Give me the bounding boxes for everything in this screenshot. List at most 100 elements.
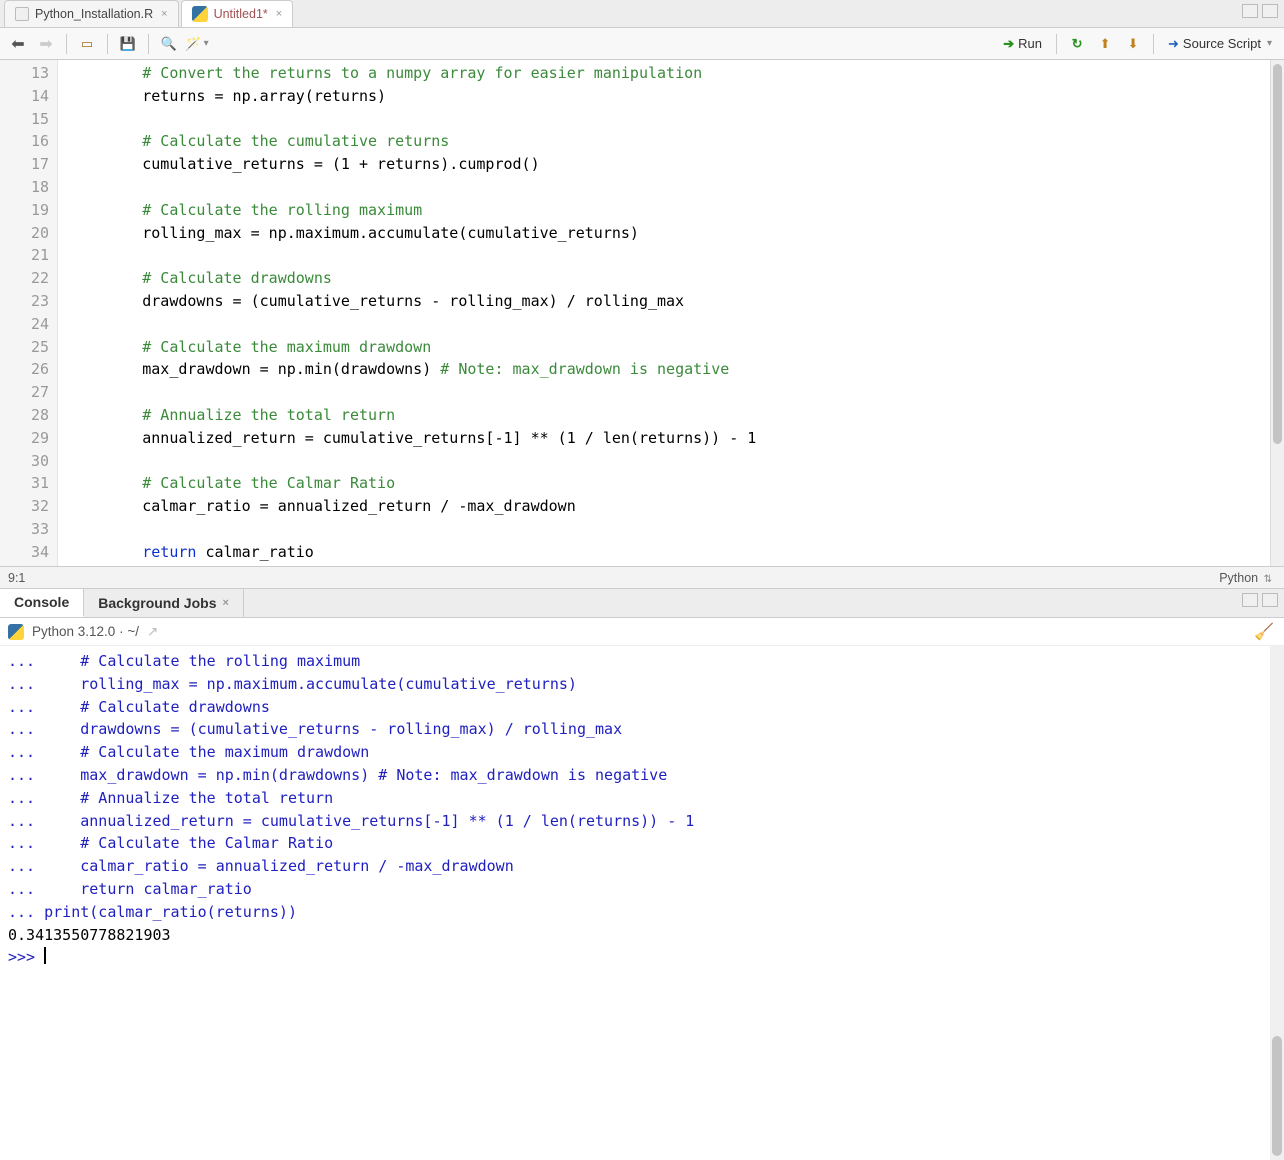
console-line: ... # Annualize the total return [8,787,1276,810]
line-number: 27 [0,381,49,404]
console-line: ... annualized_return = cumulative_retur… [8,810,1276,833]
line-number: 17 [0,153,49,176]
language-selector[interactable]: Python ⇅ [1215,571,1276,585]
scrollbar-thumb[interactable] [1272,1036,1282,1156]
scrollbar-thumb[interactable] [1273,64,1282,444]
maximize-button[interactable] [1262,4,1278,18]
code-line: # Calculate the cumulative returns [70,130,1270,153]
arrow-right-icon: ➡ [39,34,52,54]
close-tab-icon[interactable]: × [276,8,282,20]
console-minimize-button[interactable] [1242,593,1258,607]
rerun-button[interactable]: ↻ [1065,32,1089,56]
code-editor[interactable]: # Convert the returns to a numpy array f… [58,60,1270,566]
console-tab[interactable]: Console [0,589,84,617]
code-line [70,108,1270,131]
console-runtime: Python 3.12.0 · ~/ [32,624,139,639]
cursor-position[interactable]: 9:1 [8,571,25,585]
arrow-left-icon: ⬅ [11,34,24,54]
console-maximize-button[interactable] [1262,593,1278,607]
console-header: Python 3.12.0 · ~/ ↗ 🧹 [0,618,1284,646]
chevron-down-icon: ▾ [1267,38,1272,49]
prev-section-button[interactable]: ⬆ [1093,32,1117,56]
editor-status-bar: 9:1 Python ⇅ [0,566,1284,588]
console-tab[interactable]: Background Jobs× [84,589,244,617]
line-number: 30 [0,450,49,473]
line-number: 16 [0,130,49,153]
file-tab[interactable]: Untitled1* × [181,0,294,27]
line-number: 21 [0,244,49,267]
window-controls [1242,4,1278,18]
code-line [70,518,1270,541]
editor-pane: 1314151617181920212223242526272829303132… [0,60,1284,566]
code-line [70,244,1270,267]
code-line [70,450,1270,473]
console-output-line: 0.3413550778821903 [8,924,1276,947]
console-prompt[interactable]: >>> [8,946,1276,969]
code-line: # Calculate the Calmar Ratio [70,472,1270,495]
line-number: 13 [0,62,49,85]
find-button[interactable]: 🔍 [157,32,181,56]
line-number: 31 [0,472,49,495]
chevron-down-icon: ▾ [204,38,209,49]
code-line: # Calculate the maximum drawdown [70,336,1270,359]
console-output[interactable]: ... # Calculate the rolling maximum... r… [0,646,1284,1160]
code-line: drawdowns = (cumulative_returns - rollin… [70,290,1270,313]
rerun-icon: ↻ [1072,36,1083,52]
line-number: 18 [0,176,49,199]
code-line [70,176,1270,199]
code-line: # Annualize the total return [70,404,1270,427]
source-arrow-icon: ➜ [1168,36,1179,52]
code-line [70,313,1270,336]
console-window-controls [1242,593,1278,607]
console-line: ... # Calculate the rolling maximum [8,650,1276,673]
run-button[interactable]: ➔ Run [997,32,1048,56]
clear-console-button[interactable]: 🧹 [1254,622,1274,642]
line-number: 29 [0,427,49,450]
editor-vertical-scrollbar[interactable] [1270,60,1284,566]
source-script-button[interactable]: ➜ Source Script ▾ [1162,32,1278,56]
close-tab-icon[interactable]: × [161,8,167,20]
python-icon [8,624,24,640]
line-number: 22 [0,267,49,290]
console-line: ... # Calculate the Calmar Ratio [8,832,1276,855]
close-tab-icon[interactable]: × [222,597,228,609]
tab-label: Untitled1* [214,7,268,21]
line-number: 23 [0,290,49,313]
nav-forward-button[interactable]: ➡ [34,32,58,56]
line-number: 14 [0,85,49,108]
file-tab[interactable]: Python_Installation.R × [4,0,179,27]
code-line: max_drawdown = np.min(drawdowns) # Note:… [70,358,1270,381]
line-number: 35 [0,564,49,566]
code-line: # Convert the returns to a numpy array f… [70,62,1270,85]
tab-label: Python_Installation.R [35,7,153,21]
python-file-icon [192,6,208,22]
console-vertical-scrollbar[interactable] [1270,646,1284,1160]
console-line: ... rolling_max = np.maximum.accumulate(… [8,673,1276,696]
goto-directory-icon[interactable]: ↗ [147,624,158,640]
code-line [70,381,1270,404]
nav-back-button[interactable]: ⬅ [6,32,30,56]
code-line: cumulative_returns = (1 + returns).cumpr… [70,153,1270,176]
minimize-button[interactable] [1242,4,1258,18]
code-line: # Calculate drawdowns [70,267,1270,290]
line-number: 25 [0,336,49,359]
line-number-gutter[interactable]: 1314151617181920212223242526272829303132… [0,60,58,566]
code-line: # Calculate the rolling maximum [70,199,1270,222]
code-line: returns = np.array(returns) [70,85,1270,108]
console-line: ... max_drawdown = np.min(drawdowns) # N… [8,764,1276,787]
line-number: 20 [0,222,49,245]
console-tab-strip: ConsoleBackground Jobs× [0,588,1284,618]
line-number: 26 [0,358,49,381]
console-line: ... print(calmar_ratio(returns)) [8,901,1276,924]
save-button[interactable]: 💾 [116,32,140,56]
line-number: 34 [0,541,49,564]
next-section-button[interactable]: ⬇ [1121,32,1145,56]
console-line: ... # Calculate drawdowns [8,696,1276,719]
code-tools-button[interactable]: 🪄▾ [185,32,209,56]
line-number: 33 [0,518,49,541]
code-line: annualized_return = cumulative_returns[-… [70,427,1270,450]
console-line: ... # Calculate the maximum drawdown [8,741,1276,764]
open-in-new-window-button[interactable]: ▭ [75,32,99,56]
run-arrow-icon: ➔ [1003,36,1014,52]
r-file-icon [15,7,29,21]
